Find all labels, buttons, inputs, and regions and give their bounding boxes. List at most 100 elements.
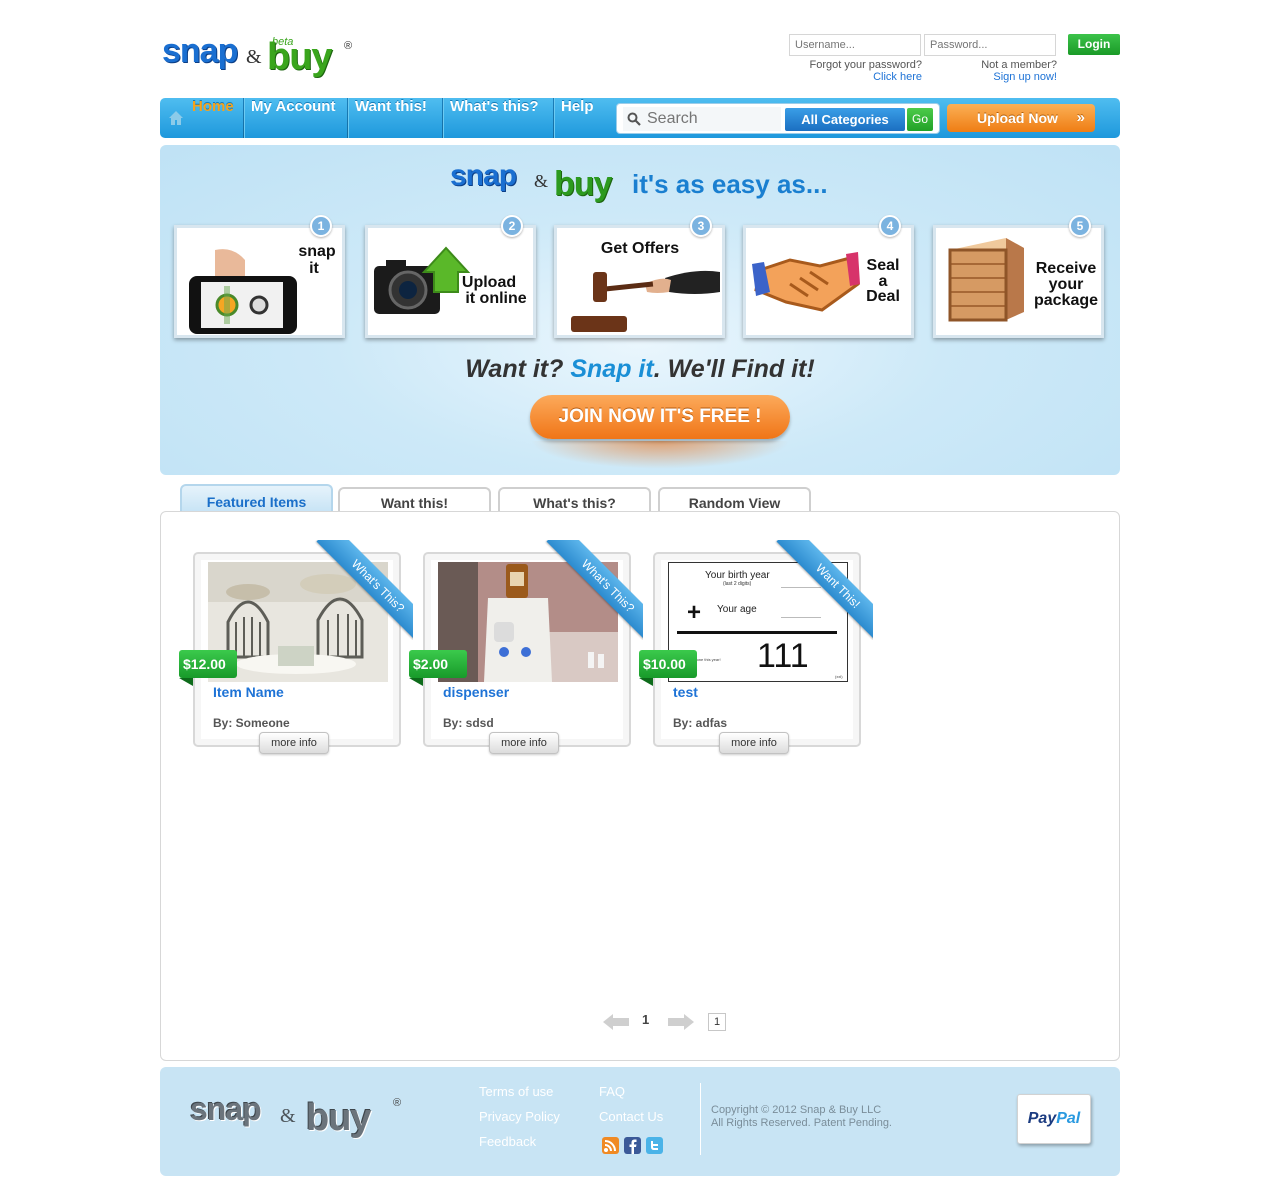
nav-help[interactable]: Help [561,98,594,138]
smartphone-hand-icon [189,249,297,334]
item-name-link[interactable]: test [673,684,698,700]
step-number: 4 [879,215,901,237]
tagline-part-b: Snap it [570,355,654,383]
step-number: 2 [501,215,523,237]
nav-home[interactable]: Home [192,98,234,138]
paypal-pal: Pal [1056,1110,1081,1127]
price-fold [179,678,193,686]
step-number: 1 [310,215,332,237]
footer-link-terms[interactable]: Terms of use [479,1084,553,1099]
rss-icon[interactable] [602,1137,619,1154]
site-logo[interactable]: snap & beta buy ® [162,28,362,88]
footer-logo-snap: snap [190,1091,262,1127]
login-button[interactable]: Login [1068,34,1120,55]
username-input[interactable] [789,34,921,56]
footer-link-feedback[interactable]: Feedback [479,1134,536,1149]
tab-whats-this[interactable]: What's this? [498,487,651,513]
facebook-icon[interactable] [624,1137,641,1154]
search-icon [627,112,641,126]
step-label-line1: Seal [866,257,900,274]
price-fold [639,678,653,686]
tagline-part-a: Want it? [465,355,571,383]
step-label-line1: Get Offers [600,240,680,257]
prev-page-arrow-icon[interactable] [603,1014,629,1030]
step-get-offers: 3 Get Offers [554,215,725,338]
ribbon-label: What's This? [316,540,413,640]
copyright-text: Copyright © 2012 Snap & Buy LLC All Righ… [711,1104,892,1130]
step-label-line2: it online [465,290,527,307]
image-text-birth-year-sub: (last 2 digits) [723,581,752,587]
logo-buy: buy [267,36,333,78]
featured-items-panel: $12.00 What's This? Item Name By: Someon… [160,511,1120,1061]
page-number-input[interactable]: 1 [708,1013,726,1031]
item-ribbon: What's This? [313,540,413,640]
copyright-line2: All Rights Reserved. Patent Pending. [711,1117,892,1129]
footer-logo-buy: buy [306,1097,372,1139]
twitter-icon[interactable] [646,1137,663,1154]
gavel-icon [571,270,720,332]
nav-want-this[interactable]: Want this! [355,98,427,138]
tab-featured-items[interactable]: Featured Items [180,484,333,513]
item-price: $12.00 [179,650,237,678]
next-page-arrow-icon[interactable] [668,1014,694,1030]
more-info-button[interactable]: more info [719,732,789,754]
search-input[interactable] [623,107,781,131]
item-card[interactable]: Your birth year (last 2 digits) + Your a… [639,540,873,754]
banner-tagline-easy: it's as easy as... [632,169,828,199]
footer-link-faq[interactable]: FAQ [599,1084,625,1099]
banner-tagline: Want it? Snap it. We'll Find it! [160,355,1120,384]
image-text-foot-right: (xxl) [835,674,843,679]
join-now-button[interactable]: JOIN NOW IT'S FREE ! [530,395,790,439]
item-name-link[interactable]: dispenser [443,684,509,700]
tab-want-this[interactable]: Want this! [338,487,491,513]
nav-my-account[interactable]: My Account [251,98,335,138]
paypal-pay: Pay [1027,1110,1057,1127]
category-dropdown[interactable]: All Categories [785,108,905,131]
double-chevron-right-icon: » [1076,109,1085,126]
nav-separator [553,98,555,138]
nav-separator [442,98,444,138]
main-nav: Home My Account Want this! What's this? … [160,98,1120,138]
banner-logo-snap: snap [450,159,517,192]
footer: snap & buy ® Terms of use Privacy Policy… [160,1067,1120,1176]
search-bar: All Categories Go [616,103,940,134]
search-go-button[interactable]: Go [907,108,933,131]
item-author: By: Someone [213,716,290,730]
item-card[interactable]: $12.00 What's This? Item Name By: Someon… [179,540,413,754]
tab-random-view[interactable]: Random View [658,487,811,513]
logo-registered: ® [344,40,353,52]
banner-logo-amp: & [534,171,549,191]
footer-logo[interactable]: snap & buy ® [190,1087,410,1147]
item-card[interactable]: $2.00 What's This? dispenser By: sdsd mo… [409,540,643,754]
nav-separator [243,98,245,138]
item-author: By: sdsd [443,716,494,730]
footer-link-contact[interactable]: Contact Us [599,1109,663,1124]
banner-logo-buy: buy [554,165,612,203]
paypal-badge[interactable]: PayPal [1017,1094,1091,1144]
nav-whats-this[interactable]: What's this? [450,98,539,138]
upload-now-button[interactable]: Upload Now » [947,104,1095,132]
footer-divider [700,1083,701,1155]
password-input[interactable] [924,34,1056,56]
forgot-password-link[interactable]: Click here [780,71,922,83]
item-price: $2.00 [409,650,467,678]
image-text-result: 111 [757,637,809,675]
sign-up-link[interactable]: Sign up now! [930,71,1057,83]
image-text-your-age: Your age [717,604,757,615]
forgot-password-text: Forgot your password? [809,59,923,71]
footer-link-privacy[interactable]: Privacy Policy [479,1109,560,1124]
more-info-button[interactable]: more info [489,732,559,754]
more-info-button[interactable]: more info [259,732,329,754]
item-author: By: adfas [673,716,728,730]
step-label-line3: package [1033,292,1099,309]
item-name-link[interactable]: Item Name [213,684,284,700]
step-label-line1: snap [298,243,336,260]
step-label-line3: Deal [866,288,900,305]
step-number: 3 [690,215,712,237]
step-number: 5 [1069,215,1091,237]
ribbon-label: What's This? [546,540,643,640]
item-price: $10.00 [639,650,697,678]
logo-snap: snap [162,32,238,70]
price-fold [409,678,423,686]
handshake-icon [752,252,860,312]
